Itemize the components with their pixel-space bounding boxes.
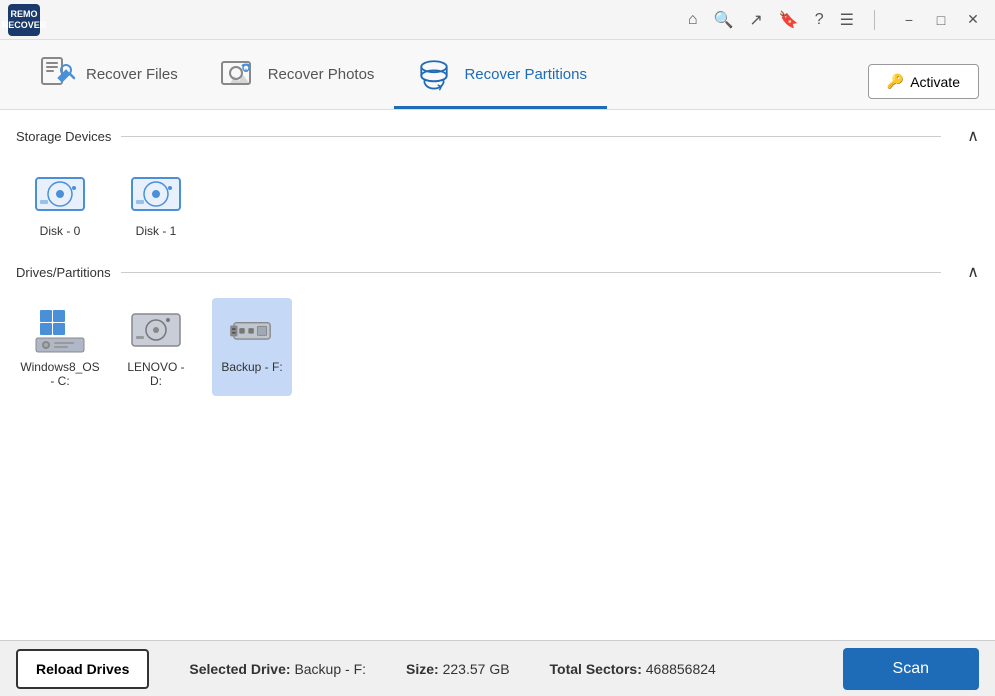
share-icon[interactable]: ↗	[749, 10, 762, 30]
selected-drive-value: Backup - F:	[294, 661, 366, 677]
disk-1-item[interactable]: Disk - 1	[116, 162, 196, 246]
drives-partitions-items: Windows8_OS - C: LENOVO - D:	[16, 290, 979, 404]
drive-f-item[interactable]: Backup - F:	[212, 298, 292, 396]
titlebar-icons: ⌂ 🔍 ↗ 🔖 ? ☰ − □ ✕	[688, 6, 987, 34]
drive-d-label: LENOVO - D:	[124, 360, 188, 388]
bottom-bar: Reload Drives Selected Drive: Backup - F…	[0, 640, 995, 696]
drives-partitions-section: Drives/Partitions ∧	[16, 262, 979, 404]
reload-drives-button[interactable]: Reload Drives	[16, 649, 149, 689]
help-icon[interactable]: ?	[815, 11, 824, 29]
menu-icon[interactable]: ☰	[840, 10, 854, 30]
storage-devices-header: Storage Devices ∧	[16, 126, 979, 146]
recover-partitions-icon	[414, 54, 454, 94]
drives-partitions-collapse-icon[interactable]: ∧	[967, 262, 979, 282]
tab-recover-partitions-label: Recover Partitions	[464, 66, 587, 83]
tab-recover-files-label: Recover Files	[86, 66, 178, 83]
titlebar-separator	[874, 10, 875, 30]
disk-1-icon	[128, 170, 184, 218]
titlebar-left: REMORECOVER	[8, 4, 40, 36]
tab-recover-photos[interactable]: Recover Photos	[198, 42, 395, 109]
status-info: Selected Drive: Backup - F: Size: 223.57…	[189, 661, 802, 677]
storage-devices-collapse-icon[interactable]: ∧	[967, 126, 979, 146]
activate-button[interactable]: 🔑 Activate	[868, 64, 979, 99]
disk-0-icon	[32, 170, 88, 218]
scan-button[interactable]: Scan	[843, 648, 979, 690]
drive-d-item[interactable]: LENOVO - D:	[116, 298, 196, 396]
storage-devices-section: Storage Devices ∧ Disk - 0	[16, 126, 979, 254]
drive-f-icon	[224, 306, 280, 354]
tab-recover-partitions[interactable]: Recover Partitions	[394, 42, 607, 109]
window-controls: − □ ✕	[895, 6, 987, 34]
drive-d-icon	[128, 306, 184, 354]
maximize-button[interactable]: □	[927, 6, 955, 34]
tab-recover-photos-label: Recover Photos	[268, 66, 375, 83]
bookmark-icon[interactable]: 🔖	[779, 10, 799, 30]
home-icon[interactable]: ⌂	[688, 11, 698, 29]
drive-f-label: Backup - F:	[221, 360, 282, 374]
close-button[interactable]: ✕	[959, 6, 987, 34]
drives-partitions-title: Drives/Partitions	[16, 265, 941, 280]
tab-recover-files[interactable]: Recover Files	[16, 42, 198, 109]
drive-c-label: Windows8_OS - C:	[20, 360, 99, 388]
main-content: Storage Devices ∧ Disk - 0	[0, 110, 995, 640]
storage-devices-items: Disk - 0 Disk - 1	[16, 154, 979, 254]
drive-c-item[interactable]: Windows8_OS - C:	[20, 298, 100, 396]
search-icon[interactable]: 🔍	[714, 10, 734, 30]
disk-1-label: Disk - 1	[136, 224, 177, 238]
disk-0-item[interactable]: Disk - 0	[20, 162, 100, 246]
size-value: 223.57 GB	[443, 661, 510, 677]
total-sectors-value: 468856824	[646, 661, 716, 677]
minimize-button[interactable]: −	[895, 6, 923, 34]
disk-0-label: Disk - 0	[40, 224, 81, 238]
drives-partitions-header: Drives/Partitions ∧	[16, 262, 979, 282]
storage-devices-title: Storage Devices	[16, 129, 941, 144]
tab-bar: Recover Files Recover Photos	[0, 40, 995, 110]
app-logo: REMORECOVER	[8, 4, 40, 36]
selected-drive-status: Selected Drive: Backup - F:	[189, 661, 366, 677]
titlebar: REMORECOVER ⌂ 🔍 ↗ 🔖 ? ☰ − □ ✕	[0, 0, 995, 40]
recover-files-icon	[36, 54, 76, 94]
recover-photos-icon	[218, 54, 258, 94]
drive-c-icon	[32, 306, 88, 354]
size-status: Size: 223.57 GB	[406, 661, 510, 677]
key-icon: 🔑	[887, 73, 904, 90]
total-sectors-status: Total Sectors: 468856824	[550, 661, 716, 677]
